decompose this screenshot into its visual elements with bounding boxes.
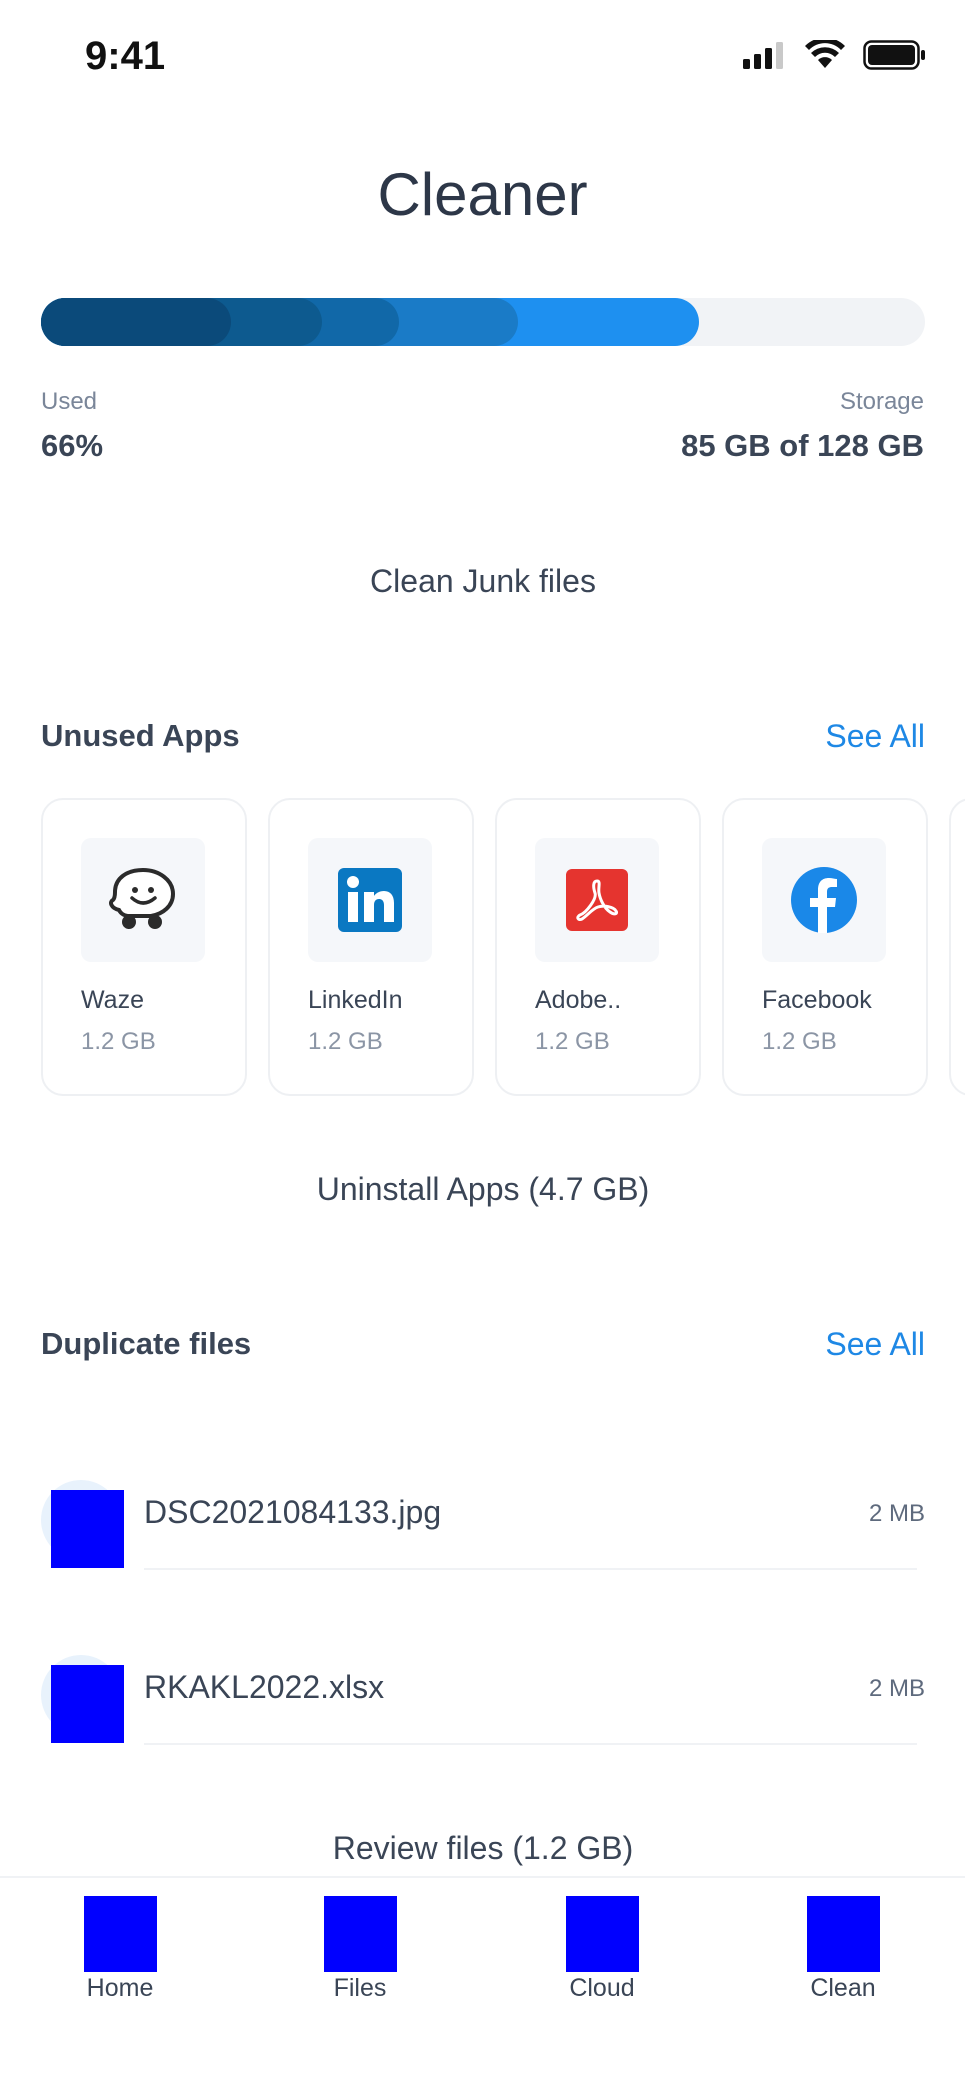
file-row[interactable]: DSC2021084133.jpg 2 MB (41, 1460, 925, 1570)
adobe-acrobat-icon (566, 869, 628, 931)
used-label: Used (41, 388, 98, 415)
used-value: 66% (41, 428, 104, 463)
app-size: 1.2 GB (308, 1028, 383, 1055)
home-icon (83, 1896, 157, 1972)
unused-apps-header: Unused Apps See All (41, 711, 925, 761)
status-icons (743, 40, 927, 70)
status-time: 9:41 (85, 34, 166, 78)
app-card-waze[interactable]: Waze 1.2 GB (41, 798, 247, 1096)
app-card-facebook[interactable]: Facebook 1.2 GB (722, 798, 928, 1096)
clean-icon (806, 1896, 880, 1972)
divider (144, 1568, 917, 1570)
tab-label: Files (333, 1974, 387, 2002)
wifi-icon (805, 40, 845, 68)
app-icon-box (81, 838, 205, 962)
file-size: 2 MB (868, 1675, 925, 1702)
cloud-icon (565, 1896, 639, 1972)
page-title: Cleaner (377, 161, 588, 228)
duplicate-files-see-all-link[interactable]: See All (825, 1319, 925, 1369)
spreadsheet-file-icon (51, 1665, 124, 1743)
file-row[interactable]: RKAKL2022.xlsx 2 MB (41, 1635, 925, 1745)
file-icon-wrap (41, 1480, 127, 1568)
files-icon (323, 1896, 397, 1972)
file-size: 2 MB (868, 1500, 925, 1527)
waze-icon (109, 867, 176, 929)
app-icon-box (535, 838, 659, 962)
unused-apps-title: Unused Apps (41, 718, 240, 753)
tab-cloud[interactable]: Cloud (542, 1896, 662, 2003)
facebook-icon (791, 867, 857, 933)
bottom-tab-bar: Home Files Cloud Clean (0, 1876, 965, 2091)
tab-clean[interactable]: Clean (783, 1896, 903, 2003)
app-icon-box (308, 838, 432, 962)
app-card-partial[interactable] (949, 798, 965, 1096)
storage-value: 85 GB of 128 GB (681, 428, 924, 463)
file-name: DSC2021084133.jpg (144, 1494, 442, 1530)
status-bar: 9:41 (0, 0, 965, 118)
app-size: 1.2 GB (535, 1028, 610, 1055)
app-name: Adobe.. (535, 986, 622, 1014)
app-card-adobe[interactable]: Adobe.. 1.2 GB (495, 798, 701, 1096)
uninstall-apps-button[interactable]: Uninstall Apps (4.7 GB) (41, 1154, 925, 1224)
storage-segment-1 (41, 298, 231, 346)
app-icon-box (762, 838, 886, 962)
tab-home[interactable]: Home (60, 1896, 180, 2003)
image-file-icon (51, 1490, 124, 1568)
review-files-button[interactable]: Review files (1.2 GB) (41, 1813, 925, 1883)
duplicate-files-title: Duplicate files (41, 1326, 252, 1361)
app-name: LinkedIn (308, 986, 403, 1014)
divider (144, 1743, 917, 1745)
storage-label: Storage (839, 388, 924, 415)
app-size: 1.2 GB (762, 1028, 837, 1055)
app-size: 1.2 GB (81, 1028, 156, 1055)
tab-files[interactable]: Files (300, 1896, 420, 2003)
file-name: RKAKL2022.xlsx (144, 1669, 385, 1705)
unused-apps-see-all-link[interactable]: See All (825, 711, 925, 761)
clean-junk-button[interactable]: Clean Junk files (41, 546, 925, 616)
file-icon-wrap (41, 1655, 127, 1743)
tab-label: Cloud (569, 1974, 635, 2002)
storage-progress-bar (41, 298, 925, 346)
app-card-linkedin[interactable]: LinkedIn 1.2 GB (268, 798, 474, 1096)
signal-icon (743, 42, 783, 69)
unused-apps-list: Waze 1.2 GB LinkedIn 1.2 GB Adobe.. 1.2 … (41, 798, 965, 1098)
app-name: Waze (81, 986, 144, 1014)
app-name: Facebook (762, 986, 872, 1014)
tab-label: Home (86, 1974, 154, 2002)
linkedin-icon (338, 868, 402, 932)
tab-label: Clean (810, 1974, 876, 2002)
duplicate-files-header: Duplicate files See All (41, 1319, 925, 1369)
battery-icon (863, 40, 925, 70)
